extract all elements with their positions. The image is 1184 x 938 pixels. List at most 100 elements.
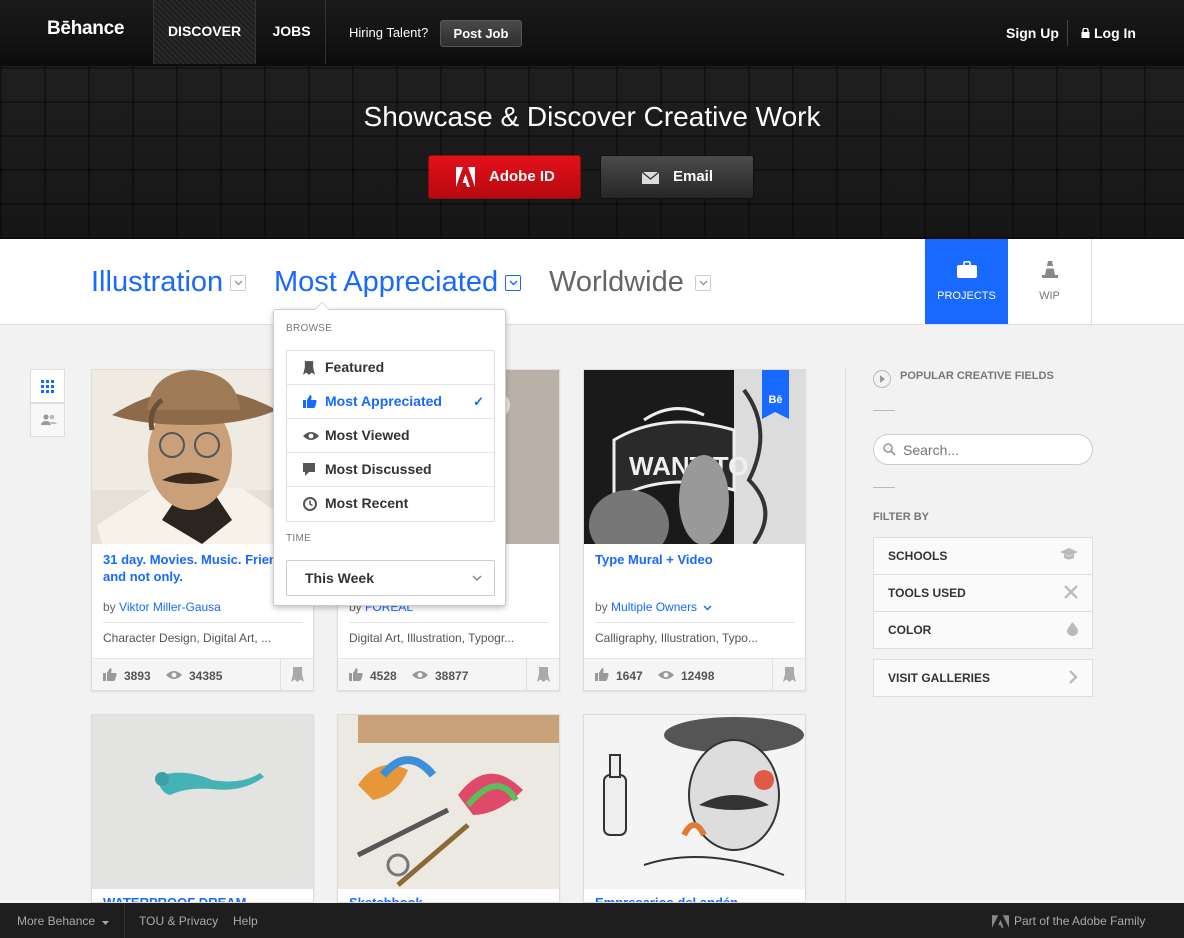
project-title[interactable]: WATERPROOF DREAM <box>103 895 246 902</box>
search-icon <box>883 443 896 456</box>
visit-galleries-button[interactable]: VISIT GALLERIES <box>873 659 1093 697</box>
sign-up-link[interactable]: Sign Up <box>1006 25 1059 41</box>
appreciation-count: 1647 <box>616 669 643 683</box>
option-label: Most Appreciated <box>325 393 442 409</box>
adobe-id-button[interactable]: Adobe ID <box>428 155 581 199</box>
popular-fields-heading[interactable]: POPULAR CREATIVE FIELDS <box>900 370 1054 382</box>
footer-divider <box>124 903 125 938</box>
project-card[interactable]: Sketchbook <box>337 714 560 903</box>
filter-by-heading: FILTER BY <box>873 511 930 523</box>
option-label: Most Discussed <box>325 461 432 477</box>
ribbon-icon <box>291 667 304 682</box>
empresarios-image <box>584 715 805 889</box>
chevron-right-icon <box>1069 670 1078 684</box>
project-card[interactable]: WANT TO Bē Type Mural + Video by Multipl… <box>583 369 806 691</box>
chevron-down-icon <box>472 575 482 581</box>
people-view-button[interactable] <box>30 403 65 437</box>
adobe-family-link[interactable]: Part of the Adobe Family <box>1014 914 1145 928</box>
sidebar-divider <box>845 369 846 902</box>
briefcase-icon <box>956 261 977 278</box>
time-select[interactable]: This Week <box>286 560 495 596</box>
more-behance-label: More Behance <box>17 914 96 928</box>
eye-icon <box>412 671 428 679</box>
project-title[interactable]: Type Mural + Video <box>595 551 795 568</box>
option-most-appreciated[interactable]: Most Appreciated ✓ <box>287 385 494 419</box>
thumbs-up-icon <box>349 668 363 681</box>
thumbs-up-icon <box>303 395 317 408</box>
project-card[interactable]: Empresarios del andén <box>583 714 806 903</box>
sort-dropdown-toggle[interactable] <box>505 275 521 291</box>
filter-schools[interactable]: SCHOOLS <box>873 537 1093 575</box>
visit-galleries-label: VISIT GALLERIES <box>888 671 991 685</box>
time-select-value: This Week <box>305 570 374 586</box>
behance-logo[interactable]: Bēhance <box>47 18 124 40</box>
eye-icon <box>303 432 319 440</box>
help-link[interactable]: Help <box>233 914 258 928</box>
post-job-button[interactable]: Post Job <box>440 20 522 47</box>
adobe-logo-icon <box>456 167 475 187</box>
location-dropdown-toggle[interactable] <box>695 275 711 291</box>
owner-link[interactable]: Viktor Miller-Gausa <box>119 600 221 614</box>
option-featured[interactable]: Featured <box>287 351 494 385</box>
filter-color[interactable]: COLOR <box>873 611 1093 649</box>
top-navigation: Bēhance DISCOVER JOBS Hiring Talent? Pos… <box>0 0 1184 66</box>
view-count: 38877 <box>435 669 469 683</box>
option-label: Most Viewed <box>325 427 410 443</box>
hiring-label: Hiring Talent? <box>349 25 429 40</box>
tab-wip-label: WIP <box>1039 290 1060 302</box>
tab-projects[interactable]: PROJECTS <box>925 239 1008 324</box>
appreciation-count: 4528 <box>370 669 397 683</box>
eye-icon <box>658 671 674 679</box>
option-most-viewed[interactable]: Most Viewed <box>287 419 494 453</box>
tou-privacy-link[interactable]: TOU & Privacy <box>139 914 218 928</box>
project-title[interactable]: Empresarios del andén <box>595 895 738 902</box>
project-card[interactable]: WATERPROOF DREAM <box>91 714 314 903</box>
project-stats: 4528 38877 <box>338 658 559 690</box>
by-label: by <box>103 600 116 614</box>
feature-button[interactable] <box>772 659 805 690</box>
view-count: 12498 <box>681 669 715 683</box>
feature-button[interactable] <box>526 659 559 690</box>
tab-projects-label: PROJECTS <box>937 290 996 302</box>
sort-filter[interactable]: Most Appreciated <box>274 266 498 299</box>
log-in-link[interactable]: Log In <box>1081 25 1136 41</box>
grid-view-button[interactable] <box>30 369 65 403</box>
location-filter[interactable]: Worldwide <box>549 266 684 299</box>
ribbon-icon <box>303 361 315 375</box>
option-most-recent[interactable]: Most Recent <box>287 487 494 521</box>
nav-divider <box>1067 20 1068 46</box>
field-filter[interactable]: Illustration <box>91 266 223 299</box>
feature-button[interactable] <box>280 659 313 690</box>
project-stats: 3893 34385 <box>92 658 313 690</box>
option-most-discussed[interactable]: Most Discussed <box>287 453 494 487</box>
project-fields: Calligraphy, Illustration, Typo... <box>595 622 795 645</box>
project-thumbnail[interactable] <box>92 715 313 889</box>
filter-tools-used[interactable]: TOOLS USED <box>873 574 1093 612</box>
chevron-down-icon[interactable] <box>703 605 712 611</box>
project-owner-line: by Multiple Owners <box>595 600 712 614</box>
project-owner-line: by Viktor Miller-Gausa <box>103 600 221 614</box>
chevron-down-icon <box>234 280 243 286</box>
search-input[interactable] <box>873 434 1093 465</box>
clock-icon <box>303 497 317 511</box>
project-thumbnail[interactable] <box>584 715 805 889</box>
play-circle-icon[interactable] <box>873 370 891 388</box>
browse-heading: BROWSE <box>286 323 333 334</box>
tab-wip[interactable]: WIP <box>1008 239 1092 324</box>
hero-title: Showcase & Discover Creative Work <box>363 101 821 132</box>
footer: More Behance TOU & Privacy Help Part of … <box>0 903 1184 938</box>
project-title[interactable]: Sketchbook <box>349 895 423 902</box>
option-label: Featured <box>325 359 385 375</box>
email-label: Email <box>673 168 714 185</box>
nav-discover[interactable]: DISCOVER <box>153 0 256 64</box>
field-dropdown-toggle[interactable] <box>230 275 246 291</box>
more-behance-menu[interactable]: More Behance <box>17 914 110 928</box>
tools-icon <box>1064 585 1078 599</box>
owner-link[interactable]: Multiple Owners <box>611 600 697 614</box>
email-button[interactable]: Email <box>600 155 754 199</box>
nav-jobs[interactable]: JOBS <box>258 0 326 64</box>
waterproof-dream-image <box>92 715 313 889</box>
time-heading: TIME <box>286 533 312 544</box>
behance-featured-badge: Bē <box>762 370 789 419</box>
project-thumbnail[interactable] <box>338 715 559 889</box>
